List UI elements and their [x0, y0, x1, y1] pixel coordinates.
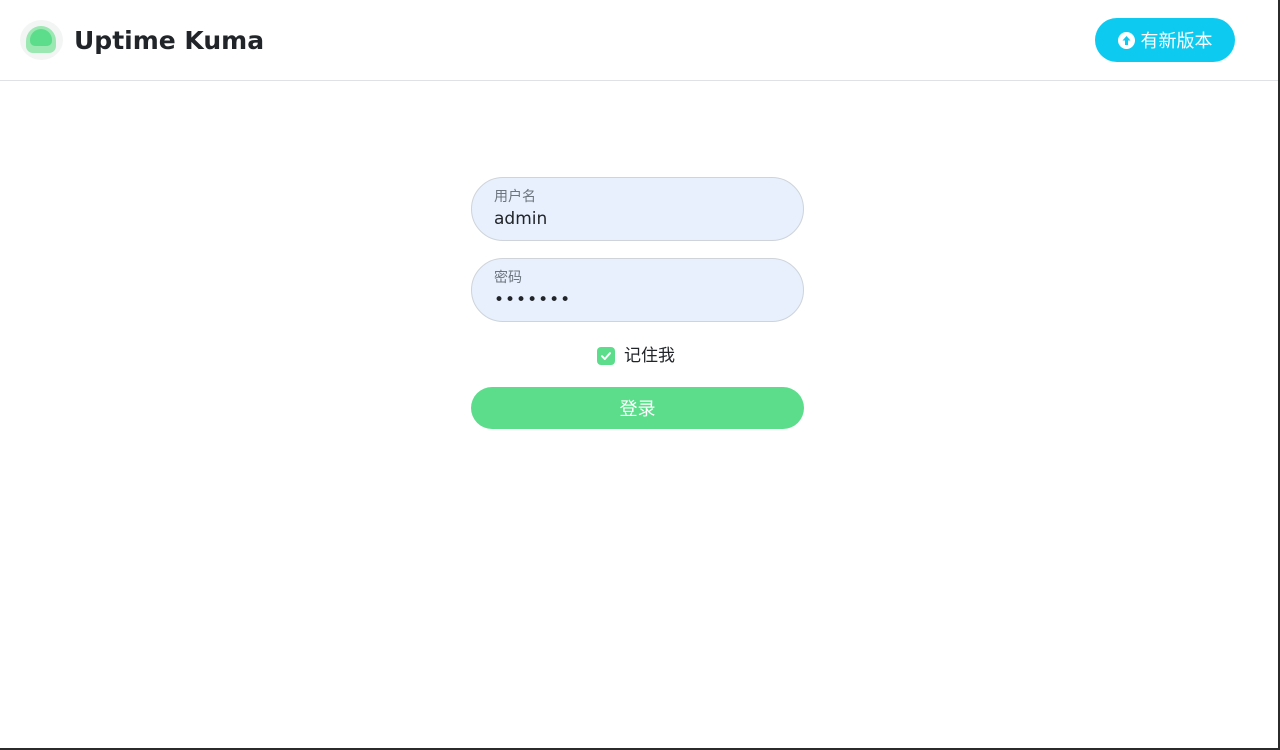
password-field[interactable]: 密码: [471, 258, 804, 322]
login-form: 用户名 密码 记住我 登录: [471, 177, 804, 429]
password-label: 密码: [494, 270, 522, 286]
logo-inner-shape: [30, 29, 52, 46]
new-version-button[interactable]: 有新版本: [1095, 18, 1235, 62]
remember-me-label: 记住我: [624, 346, 675, 366]
username-label: 用户名: [494, 189, 536, 205]
remember-me-checkbox[interactable]: [597, 347, 615, 365]
new-version-label: 有新版本: [1140, 31, 1213, 52]
arrow-up-circle-icon: [1117, 31, 1135, 49]
username-input[interactable]: [494, 208, 784, 230]
app-title[interactable]: Uptime Kuma: [74, 26, 264, 56]
uptime-kuma-logo-icon[interactable]: [20, 20, 63, 60]
password-input[interactable]: [494, 289, 784, 311]
remember-me-toggle[interactable]: 记住我: [597, 345, 675, 367]
login-button[interactable]: 登录: [471, 387, 804, 429]
top-navbar: Uptime Kuma 有新版本: [0, 0, 1278, 81]
username-field[interactable]: 用户名: [471, 177, 804, 241]
